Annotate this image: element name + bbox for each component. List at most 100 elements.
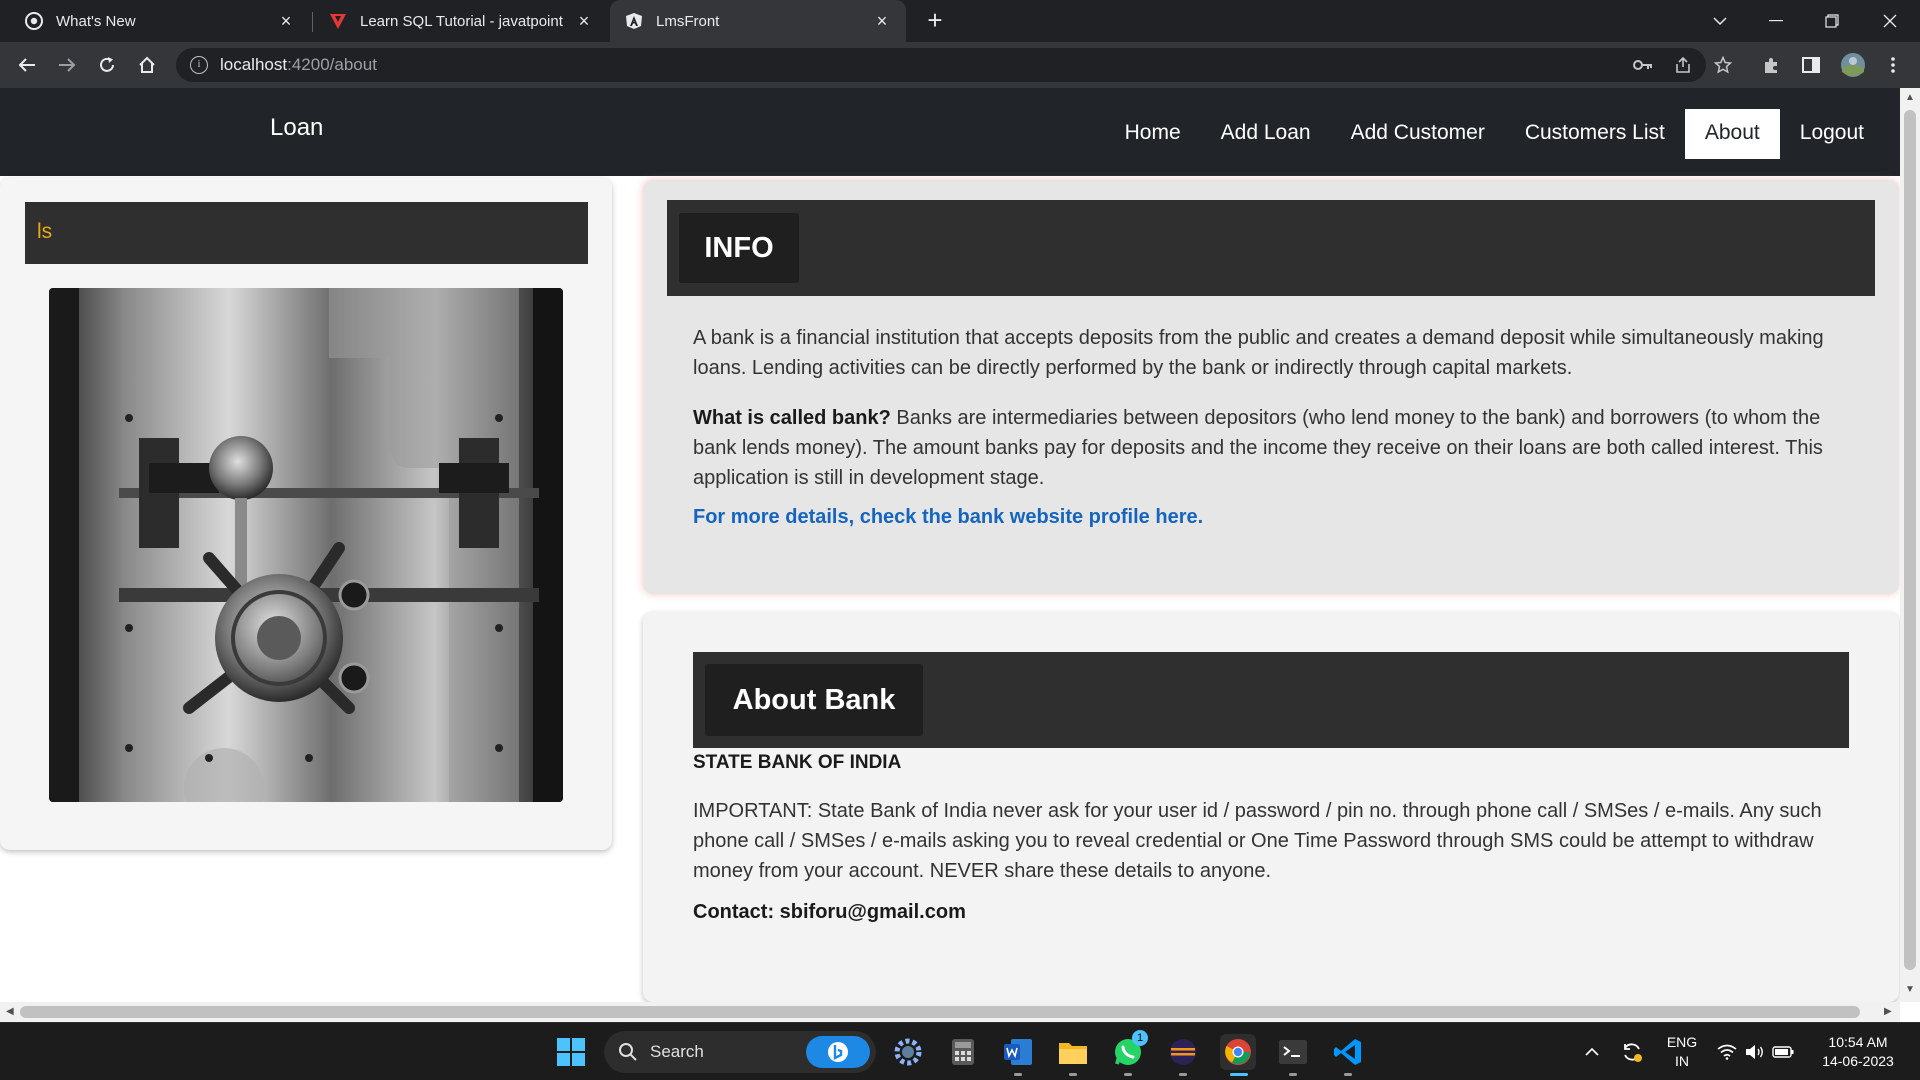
browser-toolbar: i localhost:4200/about	[0, 42, 1920, 88]
close-icon[interactable]: ×	[276, 11, 296, 32]
password-key-icon[interactable]	[1630, 52, 1656, 78]
word-icon[interactable]	[1000, 1034, 1036, 1070]
language-code: ENG	[1666, 1034, 1698, 1050]
battery-icon[interactable]	[1768, 1034, 1798, 1070]
javatpoint-icon	[328, 11, 348, 31]
site-info-icon[interactable]: i	[190, 56, 208, 74]
chrome-taskbar-icon[interactable]	[1220, 1034, 1256, 1070]
scroll-left-arrow-icon[interactable]: ◀	[6, 1006, 14, 1017]
vertical-scrollbar[interactable]: ▲ ▼	[1900, 88, 1920, 1002]
tab-search-chevron-icon[interactable]	[1692, 0, 1748, 42]
scroll-up-arrow-icon[interactable]: ▲	[1905, 92, 1915, 103]
url-path: :4200/about	[287, 55, 377, 74]
chrome-icon	[24, 11, 44, 31]
word-running-indicator	[1014, 1073, 1022, 1076]
image-card-header: ls	[25, 202, 588, 264]
navbar-brand[interactable]: Loan	[270, 114, 323, 142]
language-indicator[interactable]: ENG IN	[1662, 1033, 1702, 1071]
angular-icon	[624, 11, 644, 31]
top-navbar: Loan Home Add Loan Add Customer Customer…	[0, 88, 1900, 176]
eclipse-running-indicator	[1179, 1073, 1187, 1076]
menu-kebab-icon[interactable]	[1880, 52, 1906, 78]
close-icon[interactable]: ×	[872, 11, 892, 32]
eclipse-icon[interactable]	[1165, 1034, 1201, 1070]
whatsapp-badge: 1	[1132, 1030, 1148, 1046]
terminal-running-indicator	[1289, 1073, 1297, 1076]
extensions-puzzle-icon[interactable]	[1758, 52, 1784, 78]
tab-whats-new[interactable]: What's New ×	[10, 0, 310, 42]
security-notice: IMPORTANT: State Bank of India never ask…	[693, 800, 1822, 882]
clock-date: 14-06-2023	[1822, 1053, 1894, 1069]
back-arrow-icon[interactable]	[12, 50, 42, 80]
new-tab-button[interactable]: +	[920, 6, 950, 36]
tab-lmsfront[interactable]: LmsFront ×	[610, 0, 906, 42]
volume-icon[interactable]	[1740, 1034, 1770, 1070]
taskbar-search[interactable]: Search	[604, 1031, 876, 1073]
about-bank-card: About Bank STATE BANK OF INDIA IMPORTANT…	[643, 612, 1899, 1002]
forward-arrow-icon[interactable]	[52, 50, 82, 80]
region-code: IN	[1675, 1053, 1689, 1069]
home-icon[interactable]	[132, 50, 162, 80]
bank-vault-image	[49, 288, 563, 802]
windows-taskbar: Search 1 ENG IN 10:54 AM 14-06-2023	[0, 1022, 1920, 1080]
wifi-icon[interactable]	[1712, 1034, 1742, 1070]
image-card: ls	[0, 178, 612, 850]
url-host: localhost	[220, 55, 288, 74]
nav-add-loan[interactable]: Add Loan	[1201, 109, 1331, 159]
sync-icon[interactable]	[1614, 1034, 1650, 1070]
whatsapp-icon[interactable]: 1	[1110, 1030, 1148, 1070]
address-bar[interactable]: i localhost:4200/about	[176, 48, 1706, 82]
info-card: INFO A bank is a financial institution t…	[643, 180, 1899, 594]
info-header-band	[667, 200, 1875, 296]
scroll-down-arrow-icon[interactable]: ▼	[1905, 984, 1915, 995]
minimize-icon[interactable]	[1748, 0, 1804, 42]
what-is-bank-question: What is called bank?	[693, 407, 891, 429]
nav-logout[interactable]: Logout	[1780, 109, 1884, 159]
browser-tab-bar: What's New × Learn SQL Tutorial - javatp…	[0, 0, 1920, 42]
whatsapp-running-indicator	[1124, 1073, 1132, 1076]
close-icon[interactable]: ×	[574, 11, 594, 32]
windows-start-icon[interactable]	[553, 1034, 589, 1070]
horizontal-scrollbar[interactable]: ◀ ▶	[0, 1002, 1900, 1022]
chrome-active-indicator	[1230, 1073, 1248, 1076]
explorer-running-indicator	[1069, 1073, 1077, 1076]
nav-links: Home Add Loan Add Customer Customers Lis…	[1105, 109, 1884, 159]
reload-icon[interactable]	[92, 50, 122, 80]
side-panel-icon[interactable]	[1798, 52, 1824, 78]
bing-icon[interactable]	[806, 1036, 870, 1068]
file-explorer-icon[interactable]	[1055, 1034, 1091, 1070]
tab-javatpoint[interactable]: Learn SQL Tutorial - javatpoint ×	[314, 0, 608, 42]
contact-email: Contact: sbiforu@gmail.com	[693, 901, 966, 923]
horizontal-scroll-thumb[interactable]	[20, 1006, 1860, 1018]
clock[interactable]: 10:54 AM 14-06-2023	[1808, 1033, 1908, 1071]
nav-about[interactable]: About	[1684, 109, 1780, 159]
share-icon[interactable]	[1670, 52, 1696, 78]
nav-customers-list[interactable]: Customers List	[1505, 109, 1685, 159]
window-close-icon[interactable]	[1862, 0, 1918, 42]
show-hidden-icons-chevron-icon[interactable]	[1574, 1034, 1610, 1070]
about-title: About Bank	[705, 664, 923, 736]
vertical-scroll-thumb[interactable]	[1904, 110, 1916, 970]
nav-add-customer[interactable]: Add Customer	[1331, 109, 1505, 159]
bank-name: STATE BANK OF INDIA	[693, 752, 902, 773]
clock-time: 10:54 AM	[1828, 1034, 1888, 1050]
info-title: INFO	[679, 213, 799, 283]
app-viewport: Loan Home Add Loan Add Customer Customer…	[0, 88, 1900, 1002]
search-icon	[619, 1043, 637, 1061]
tab-separator	[312, 12, 313, 32]
bank-profile-link[interactable]: For more details, check the bank website…	[693, 506, 1203, 529]
terminal-icon[interactable]	[1275, 1034, 1311, 1070]
what-is-bank-paragraph: What is called bank? Banks are intermedi…	[693, 403, 1853, 493]
vscode-icon[interactable]	[1330, 1034, 1366, 1070]
search-label: Search	[650, 1042, 704, 1061]
nav-home[interactable]: Home	[1105, 109, 1201, 159]
info-paragraph: A bank is a financial institution that a…	[693, 327, 1824, 379]
calculator-icon[interactable]	[945, 1034, 981, 1070]
profile-avatar[interactable]	[1840, 52, 1866, 78]
scroll-right-arrow-icon[interactable]: ▶	[1884, 1006, 1892, 1017]
bookmark-star-icon[interactable]	[1710, 52, 1736, 78]
restore-icon[interactable]	[1804, 0, 1860, 42]
settings-gear-icon[interactable]	[890, 1034, 926, 1070]
tab-title: Learn SQL Tutorial - javatpoint	[360, 12, 563, 30]
tab-title: What's New	[56, 12, 136, 30]
